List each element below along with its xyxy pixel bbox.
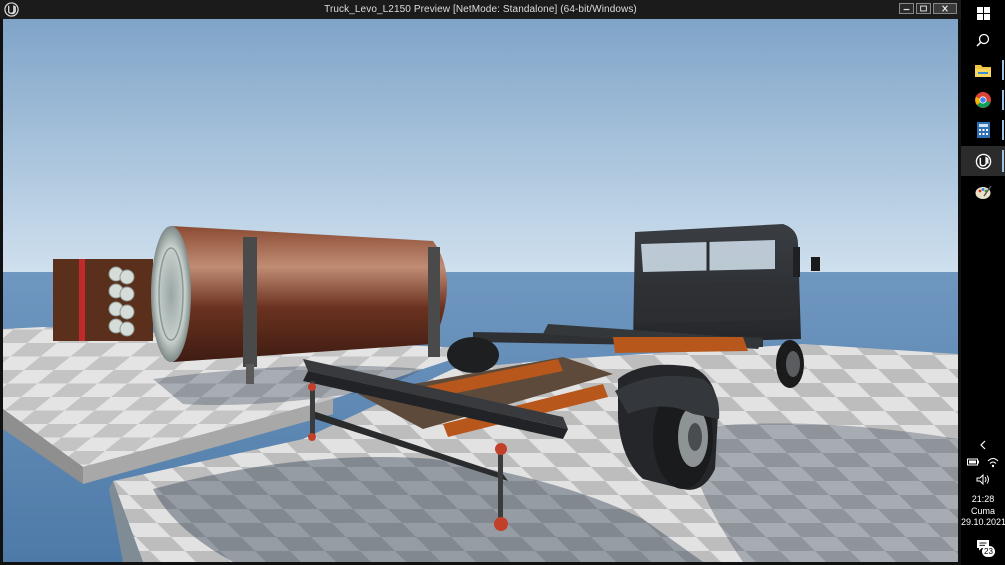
start-button[interactable] xyxy=(961,0,1005,26)
close-icon xyxy=(942,5,948,12)
game-viewport[interactable] xyxy=(3,19,958,562)
clock-time: 21:28 xyxy=(971,494,995,504)
battery-icon[interactable] xyxy=(967,457,979,467)
show-hidden-icons-button[interactable] xyxy=(961,437,1005,453)
chevron-left-icon xyxy=(980,440,986,450)
clock[interactable]: 21:28 Cuma 29.10.2021 xyxy=(961,493,1005,529)
taskbar-calculator[interactable] xyxy=(961,116,1005,144)
minimize-icon xyxy=(903,8,910,11)
running-indicator xyxy=(1002,120,1004,140)
taskbar-paint[interactable] xyxy=(961,178,1005,206)
game-window: Truck_Levo_L2150 Preview [NetMode: Stand… xyxy=(0,0,961,565)
window-title: Truck_Levo_L2150 Preview [NetMode: Stand… xyxy=(324,4,637,15)
folder-icon xyxy=(975,65,991,77)
chrome-icon xyxy=(975,92,991,108)
notification-center-button[interactable]: 23 xyxy=(976,538,996,558)
search-button[interactable] xyxy=(961,27,1005,53)
wifi-icon[interactable] xyxy=(987,457,999,468)
taskbar-unreal-engine[interactable] xyxy=(961,146,1005,176)
paint-icon xyxy=(975,185,992,199)
taskbar-file-explorer[interactable] xyxy=(961,56,1005,84)
clock-day: Cuma xyxy=(970,506,995,516)
unreal-engine-icon xyxy=(975,153,991,169)
calculator-icon xyxy=(976,122,990,138)
title-bar[interactable]: Truck_Levo_L2150 Preview [NetMode: Stand… xyxy=(0,0,961,19)
maximize-icon xyxy=(920,5,927,12)
taskbar-chrome[interactable] xyxy=(961,86,1005,114)
speaker-icon xyxy=(976,473,989,485)
running-indicator xyxy=(1002,60,1004,80)
maximize-button[interactable] xyxy=(916,3,931,14)
windows-logo-icon xyxy=(976,6,990,20)
notification-count-badge: 23 xyxy=(982,546,995,557)
tray-status-icons xyxy=(967,457,999,471)
running-indicator xyxy=(1002,150,1004,172)
volume-button[interactable] xyxy=(961,472,1005,486)
running-indicator xyxy=(1002,90,1004,110)
minimize-button[interactable] xyxy=(899,3,914,14)
windows-taskbar: 21:28 Cuma 29.10.2021 23 xyxy=(961,0,1005,565)
search-icon xyxy=(976,33,990,47)
scene-render xyxy=(3,19,958,562)
close-button[interactable] xyxy=(933,3,957,14)
clock-date: 29.10.2021 xyxy=(961,517,1005,527)
